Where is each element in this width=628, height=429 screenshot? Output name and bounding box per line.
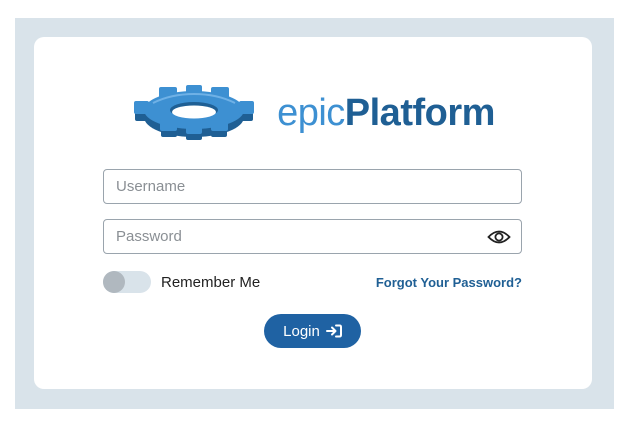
forgot-password-link[interactable]: Forgot Your Password?: [376, 275, 522, 290]
password-field[interactable]: [103, 219, 522, 254]
remember-me-toggle[interactable]: Remember Me: [103, 271, 260, 293]
username-input[interactable]: [104, 170, 521, 203]
brand-name-bold: Platform: [344, 92, 496, 134]
login-button-label: Login: [283, 322, 320, 340]
login-button[interactable]: Login: [264, 314, 361, 348]
password-input[interactable]: [104, 220, 521, 253]
eye-icon[interactable]: [487, 227, 511, 247]
username-field[interactable]: [103, 169, 522, 204]
toggle-knob: [103, 271, 125, 293]
brand-wordmark: epic Platform: [277, 94, 495, 132]
gear-icon: [134, 85, 255, 140]
brand-name-light: epic: [277, 92, 345, 134]
remember-me-label: Remember Me: [161, 273, 261, 291]
brand-logo: epic Platform: [34, 85, 592, 141]
sign-in-icon: [325, 324, 342, 338]
options-row: Remember Me Forgot Your Password?: [103, 271, 522, 293]
toggle-switch[interactable]: [103, 271, 151, 293]
login-card: epicPlatform Remember Me Forgot Your Pas…: [34, 37, 592, 389]
